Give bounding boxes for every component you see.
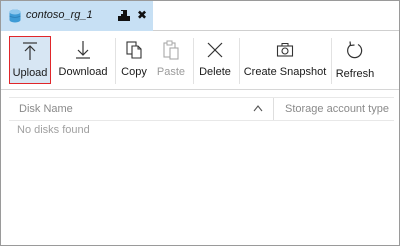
paste-icon	[163, 40, 179, 60]
tab-title: contoso_rg_1	[26, 9, 93, 21]
database-icon	[9, 9, 21, 23]
grid-header: Disk Name Storage account type	[9, 97, 394, 121]
column-divider[interactable]	[273, 98, 274, 120]
download-label: Download	[58, 66, 108, 78]
upload-button[interactable]: Upload	[9, 36, 51, 84]
refresh-icon	[347, 41, 363, 59]
delete-button[interactable]: Delete	[197, 36, 233, 84]
download-icon	[76, 41, 90, 59]
pin-icon[interactable]	[117, 9, 131, 22]
storage-explorer-panel: contoso_rg_1 ✖ Upload Download Copy Past…	[0, 0, 400, 246]
download-button[interactable]: Download	[57, 36, 109, 84]
create-snapshot-button[interactable]: Create Snapshot	[243, 36, 327, 84]
paste-button[interactable]: Paste	[155, 36, 187, 84]
copy-label: Copy	[121, 66, 147, 78]
camera-icon	[276, 43, 294, 57]
delete-icon	[207, 42, 223, 58]
upload-label: Upload	[12, 67, 48, 79]
toolbar-separator	[115, 38, 116, 84]
copy-icon	[126, 41, 142, 59]
copy-button[interactable]: Copy	[119, 36, 149, 84]
delete-label: Delete	[199, 66, 231, 78]
column-header-storage-account-type[interactable]: Storage account type	[285, 103, 389, 115]
toolbar-separator	[193, 38, 194, 84]
paste-label: Paste	[156, 66, 186, 78]
refresh-label: Refresh	[335, 68, 375, 80]
empty-grid-message: No disks found	[17, 124, 90, 136]
create-snapshot-label: Create Snapshot	[243, 66, 327, 78]
toolbar: Upload Download Copy Paste Delete Create…	[1, 32, 399, 90]
refresh-button[interactable]: Refresh	[335, 36, 375, 84]
close-icon[interactable]: ✖	[137, 8, 147, 22]
upload-icon	[23, 42, 37, 60]
sort-ascending-icon[interactable]	[253, 104, 263, 112]
toolbar-separator	[239, 38, 240, 84]
toolbar-separator	[331, 38, 332, 84]
tab-strip: contoso_rg_1 ✖	[1, 1, 399, 31]
column-header-disk-name[interactable]: Disk Name	[19, 103, 73, 115]
tab-contoso-rg-1[interactable]: contoso_rg_1 ✖	[1, 1, 153, 31]
